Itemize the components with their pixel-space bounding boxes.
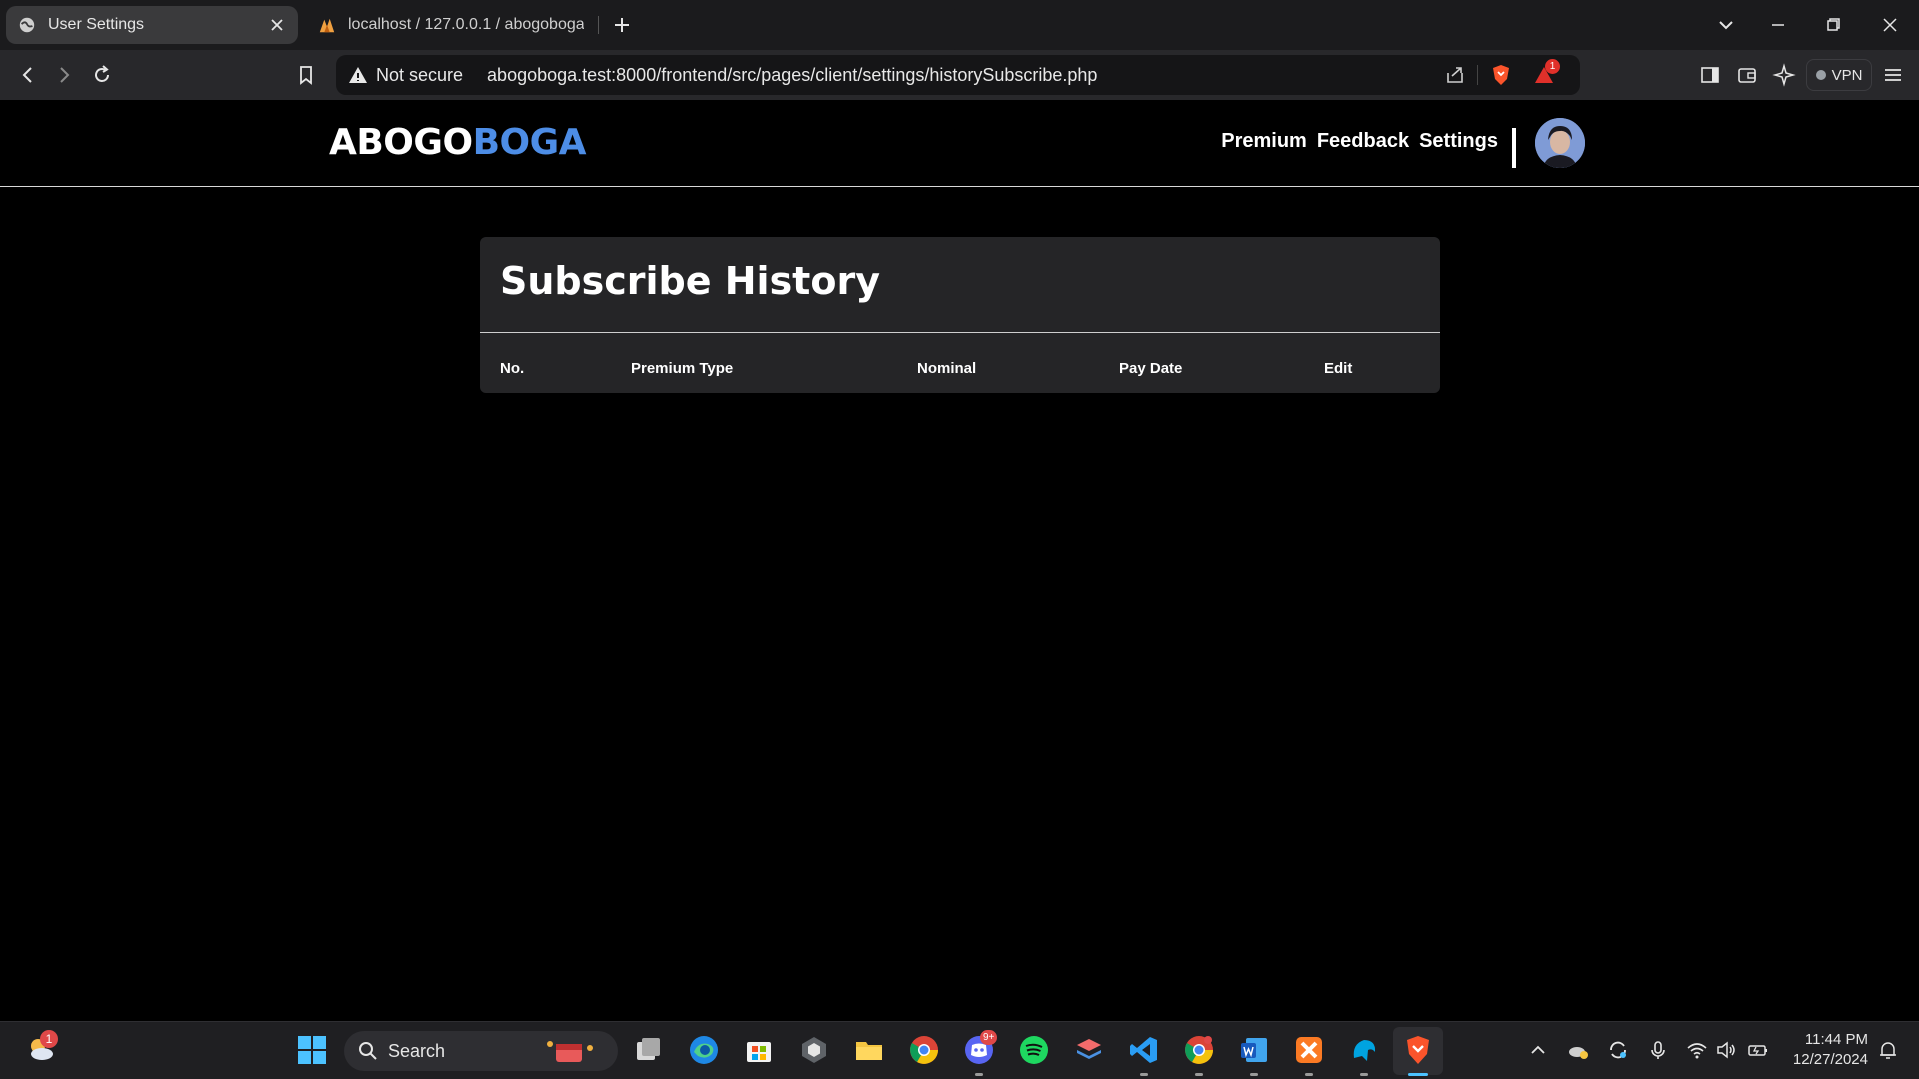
mysql-workbench-icon[interactable]	[1348, 1034, 1380, 1066]
vpn-button[interactable]: VPN	[1806, 59, 1872, 91]
site-header: ABOGOBOGA Premium Feedback Settings	[0, 100, 1919, 187]
file-explorer-icon[interactable]	[853, 1034, 885, 1066]
chevron-down-icon[interactable]	[1713, 12, 1739, 38]
bookmark-icon[interactable]	[293, 62, 319, 88]
warning-icon[interactable]	[348, 65, 368, 85]
discord-badge: 9+	[980, 1030, 998, 1045]
battery-icon[interactable]	[1747, 1039, 1769, 1061]
word-icon[interactable]	[1238, 1034, 1270, 1066]
menu-icon[interactable]	[1880, 62, 1906, 88]
tab-title: localhost / 127.0.0.1 / abogoboga /	[348, 16, 584, 33]
nav-premium-link[interactable]: Premium	[1221, 130, 1307, 153]
chrome-profile-icon[interactable]	[1183, 1034, 1215, 1066]
vscode-icon[interactable]	[1128, 1034, 1160, 1066]
stack-app-icon[interactable]	[1073, 1034, 1105, 1066]
not-secure-label[interactable]: Not secure	[376, 65, 463, 86]
tab-title: User Settings	[48, 16, 145, 33]
word-running-indicator	[1250, 1073, 1258, 1076]
brave-shields-icon[interactable]	[1489, 63, 1513, 87]
phpmyadmin-icon	[319, 18, 335, 33]
avatar-image	[1535, 118, 1585, 168]
column-header-nominal: Nominal	[917, 360, 977, 377]
url-text[interactable]: abogoboga.test:8000/frontend/src/pages/c…	[487, 65, 1097, 86]
close-icon[interactable]	[268, 16, 286, 34]
restore-icon[interactable]	[1820, 12, 1846, 38]
sync-icon[interactable]	[1607, 1039, 1629, 1061]
clock-time: 11:44 PM	[1804, 1031, 1868, 1048]
volume-icon[interactable]	[1715, 1039, 1737, 1061]
windows-start-icon[interactable]	[296, 1034, 328, 1066]
xampp-running-indicator	[1305, 1073, 1313, 1076]
browser-toolbar: Not secure abogoboga.test:8000/frontend/…	[0, 50, 1919, 100]
globe-icon	[19, 17, 35, 33]
leo-ai-icon[interactable]	[1771, 62, 1797, 88]
edge-icon[interactable]	[688, 1034, 720, 1066]
wallet-icon[interactable]	[1734, 62, 1760, 88]
window-close-icon[interactable]	[1877, 12, 1903, 38]
logo-part-2: BOGA	[472, 122, 587, 163]
windows-taskbar: 1 Search 9+ 11:44 PM 12/27/2024	[0, 1021, 1919, 1079]
unity-hub-icon[interactable]	[798, 1034, 830, 1066]
column-header-pay-date: Pay Date	[1119, 360, 1183, 377]
vscode-running-indicator	[1140, 1073, 1148, 1076]
wifi-icon[interactable]	[1686, 1039, 1708, 1061]
share-icon[interactable]	[1443, 63, 1467, 87]
browser-tab-bar: User Settings localhost / 127.0.0.1 / ab…	[0, 0, 1919, 50]
chevron-up-icon[interactable]	[1527, 1039, 1549, 1061]
search-highlight-icon	[547, 1041, 593, 1062]
clock-date: 12/27/2024	[1792, 1051, 1868, 1068]
discord-running-indicator	[975, 1073, 983, 1076]
task-view-icon[interactable]	[633, 1034, 665, 1066]
search-icon	[359, 1042, 377, 1060]
microphone-icon[interactable]	[1647, 1039, 1669, 1061]
page-title: Subscribe History	[500, 259, 880, 303]
site-logo[interactable]: ABOGOBOGA	[329, 122, 587, 163]
reload-icon[interactable]	[89, 62, 115, 88]
column-header-no: No.	[500, 360, 525, 377]
xampp-icon[interactable]	[1293, 1034, 1325, 1066]
forward-icon[interactable]	[51, 62, 77, 88]
main-nav: Premium Feedback Settings	[1221, 130, 1498, 153]
chrome-icon[interactable]	[908, 1034, 940, 1066]
vpn-status-icon	[1815, 70, 1826, 80]
brave-active-indicator	[1408, 1073, 1428, 1076]
nav-divider	[1512, 128, 1516, 168]
address-bar[interactable]: Not secure abogoboga.test:8000/frontend/…	[336, 55, 1580, 95]
minimize-icon[interactable]	[1765, 12, 1791, 38]
notification-bell-icon[interactable]	[1877, 1039, 1899, 1061]
mysql-running-indicator	[1360, 1073, 1368, 1076]
subscribe-history-card: Subscribe History No. Premium Type Nomin…	[480, 237, 1440, 393]
weather-badge: 1	[40, 1030, 58, 1048]
tab-user-settings[interactable]: User Settings	[6, 6, 298, 44]
omnibox-divider	[1477, 65, 1478, 85]
search-placeholder: Search	[388, 1040, 446, 1061]
column-header-edit: Edit	[1324, 360, 1353, 377]
system-clock[interactable]: 11:44 PM 12/27/2024	[1782, 1030, 1868, 1070]
back-icon[interactable]	[15, 62, 41, 88]
vpn-label: VPN	[1831, 66, 1863, 84]
avatar[interactable]	[1535, 118, 1585, 168]
sidebar-icon[interactable]	[1697, 62, 1723, 88]
logo-part-1: ABOGO	[329, 122, 473, 163]
onedrive-icon[interactable]	[1567, 1039, 1589, 1061]
brave-browser-icon[interactable]	[1402, 1034, 1434, 1066]
new-tab-icon[interactable]	[610, 13, 634, 37]
column-header-premium-type: Premium Type	[631, 360, 734, 377]
chrome-running-indicator	[1195, 1073, 1203, 1076]
taskbar-search[interactable]: Search	[344, 1031, 618, 1071]
nav-feedback-link[interactable]: Feedback	[1317, 130, 1409, 153]
microsoft-store-icon[interactable]	[743, 1034, 775, 1066]
tab-separator	[598, 16, 599, 34]
spotify-icon[interactable]	[1018, 1034, 1050, 1066]
card-divider	[480, 332, 1440, 333]
rewards-badge: 1	[1545, 59, 1560, 74]
tab-phpmyadmin[interactable]: localhost / 127.0.0.1 / abogoboga /	[306, 6, 596, 44]
nav-settings-link[interactable]: Settings	[1419, 130, 1498, 153]
